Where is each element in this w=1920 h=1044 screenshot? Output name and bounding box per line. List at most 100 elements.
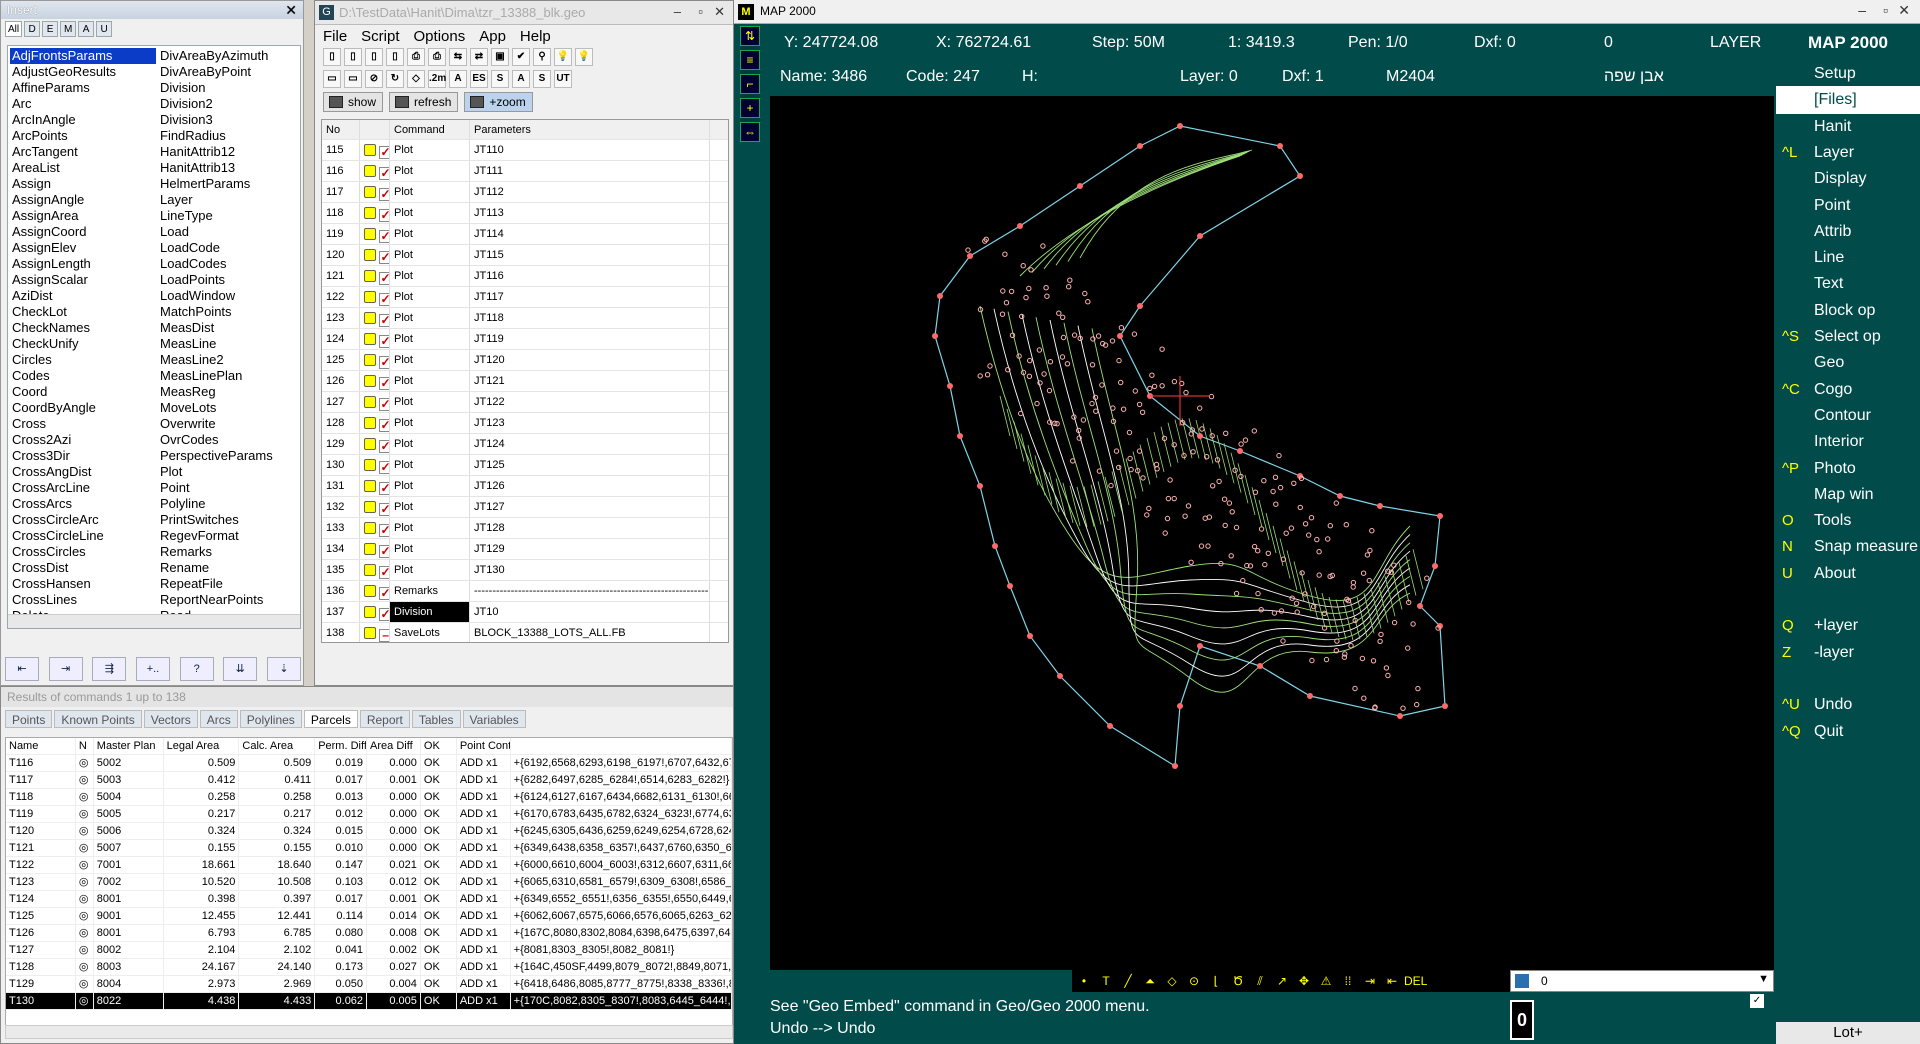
horizontal-scrollbar[interactable] xyxy=(8,614,300,628)
menu-item-layer[interactable]: ^L Layer xyxy=(1776,139,1920,167)
command-item[interactable]: CrossDist xyxy=(10,560,156,576)
table-row[interactable]: T125 ◎ 9001 12.455 12.441 0.114 0.014 OK ADD x1 +… xyxy=(6,908,732,925)
draw-tool-icon[interactable]: ⇤ xyxy=(1382,972,1402,990)
layers-icon[interactable]: ≡ xyxy=(740,50,760,70)
table-row[interactable]: 117 ✓ Plot JT112 xyxy=(322,182,728,203)
checkbox-icon[interactable]: ✓ xyxy=(379,398,389,411)
checkbox-icon[interactable]: ✓ xyxy=(379,146,389,159)
show-button[interactable]: show xyxy=(323,92,384,112)
table-row[interactable]: 132 ✓ Plot JT127 xyxy=(322,497,728,518)
draw-tool-icon[interactable]: ⌊ xyxy=(1206,972,1226,990)
table-row[interactable]: T126 ◎ 8001 6.793 6.785 0.080 0.008 OK ADD x1 +{1… xyxy=(6,925,732,942)
toolbar-button[interactable]: ✔ xyxy=(512,48,530,66)
bulb-icon[interactable] xyxy=(364,144,376,156)
draw-tool-icon[interactable]: ⊙ xyxy=(1184,972,1204,990)
table-row[interactable]: 136 ✓ Remarks ----------------------------… xyxy=(322,581,728,602)
checkbox-icon[interactable]: ✓ xyxy=(379,587,389,600)
command-item[interactable]: Rename xyxy=(158,560,300,576)
menu-script[interactable]: Script xyxy=(361,28,399,45)
bulb-icon[interactable] xyxy=(364,501,376,513)
command-item[interactable]: AssignAngle xyxy=(10,192,156,208)
bulb-icon[interactable] xyxy=(364,438,376,450)
command-item[interactable]: Circles xyxy=(10,352,156,368)
insert-tool-button[interactable]: ⇊ xyxy=(223,657,258,681)
command-item[interactable]: CoordByAngle xyxy=(10,400,156,416)
insert-tool-button[interactable]: ⇥ xyxy=(48,657,83,681)
menu-item-text[interactable]: Text xyxy=(1776,270,1920,298)
menu-item-photo[interactable]: ^P Photo xyxy=(1776,455,1920,483)
command-item[interactable]: LoadCodes xyxy=(158,256,300,272)
command-item[interactable]: Layer xyxy=(158,192,300,208)
toolbar-button[interactable]: ▯ xyxy=(323,48,341,66)
menu-item-files[interactable]: [Files] xyxy=(1776,86,1920,115)
close-icon[interactable]: ✕ xyxy=(285,2,297,19)
table-row[interactable]: 133 ✓ Plot JT128 xyxy=(322,518,728,539)
tab-u[interactable]: U xyxy=(96,21,113,37)
command-item[interactable]: Point xyxy=(158,480,300,496)
pan-icon[interactable]: ⇅ xyxy=(740,26,760,46)
menu-item-attrib[interactable]: Attrib xyxy=(1776,218,1920,246)
command-table[interactable]: No Command Parameters 115 ✓ Plot JT110 116 ✓ Pl… xyxy=(321,119,729,643)
table-row[interactable]: T129 ◎ 8004 2.973 2.969 0.050 0.004 OK ADD x1 +{6… xyxy=(6,976,732,993)
command-item[interactable]: Codes xyxy=(10,368,156,384)
menu-item-layer[interactable]: Z -layer xyxy=(1776,639,1920,667)
menu-item-cogo[interactable]: ^C Cogo xyxy=(1776,376,1920,404)
table-row[interactable]: 118 ✓ Plot JT113 xyxy=(322,203,728,224)
column-header[interactable]: OK xyxy=(421,738,457,754)
menu-item-point[interactable]: Point xyxy=(1776,192,1920,220)
command-item[interactable]: Arc xyxy=(10,96,156,112)
checkbox-icon[interactable]: ✓ xyxy=(379,230,389,243)
column-header[interactable]: N xyxy=(76,738,94,754)
table-row[interactable]: 135 ✓ Plot JT130 xyxy=(322,560,728,581)
table-row[interactable]: 115 ✓ Plot JT110 xyxy=(322,140,728,161)
draw-tool-icon[interactable]: ⏶ xyxy=(1140,972,1160,990)
command-item[interactable]: Coord xyxy=(10,384,156,400)
tab-e[interactable]: E xyxy=(42,21,59,37)
table-row[interactable]: 116 ✓ Plot JT111 xyxy=(322,161,728,182)
toolbar-button[interactable]: ▯ xyxy=(365,48,383,66)
command-item[interactable]: RegevFormat xyxy=(158,528,300,544)
command-item[interactable]: ArcPoints xyxy=(10,128,156,144)
draw-tool-icon[interactable]: • xyxy=(1074,972,1094,990)
table-row[interactable]: 128 ✓ Plot JT123 xyxy=(322,413,728,434)
toolbar-button[interactable]: ▯ xyxy=(344,48,362,66)
command-item[interactable]: CrossArcLine xyxy=(10,480,156,496)
command-item[interactable]: Division2 xyxy=(158,96,300,112)
menu-item-setup[interactable]: Setup xyxy=(1776,60,1920,88)
checkbox-icon[interactable]: – xyxy=(379,629,389,642)
chevron-down-icon[interactable]: ▼ xyxy=(1758,973,1769,985)
column-header[interactable] xyxy=(511,738,732,754)
toolbar-button[interactable]: ↻ xyxy=(386,70,404,88)
command-item[interactable]: Cross xyxy=(10,416,156,432)
command-item[interactable]: MeasLine xyxy=(158,336,300,352)
toolbar-button[interactable]: ◇ xyxy=(407,70,425,88)
toolbar-button[interactable]: A xyxy=(449,70,467,88)
command-item[interactable]: Load xyxy=(158,224,300,240)
menu-item-layer[interactable]: Q +layer xyxy=(1776,612,1920,640)
menu-item-mapwin[interactable]: Map win xyxy=(1776,481,1920,509)
menu-item-snapmeasure[interactable]: N Snap measure xyxy=(1776,533,1920,561)
column-header[interactable] xyxy=(360,120,390,139)
layer-select[interactable]: 0 ▼ xyxy=(1510,970,1774,992)
lot-plus-button[interactable]: Lot+ xyxy=(1776,1022,1920,1044)
draw-tool-icon[interactable]: ⇥ xyxy=(1360,972,1380,990)
checkbox-icon[interactable]: ✓ xyxy=(379,314,389,327)
close-icon[interactable]: ✕ xyxy=(714,4,725,20)
tab-report[interactable]: Report xyxy=(359,710,410,728)
table-row[interactable]: 126 ✓ Plot JT121 xyxy=(322,371,728,392)
menu-item-about[interactable]: U About xyxy=(1776,560,1920,588)
command-item[interactable]: CrossCircleLine xyxy=(10,528,156,544)
column-header[interactable]: Perm. Diff xyxy=(315,738,368,754)
checkbox-icon[interactable]: ✓ xyxy=(379,545,389,558)
insert-tool-button[interactable]: +.. xyxy=(135,657,170,681)
command-item[interactable]: Division xyxy=(158,80,300,96)
command-item[interactable]: Overwrite xyxy=(158,416,300,432)
bulb-icon[interactable] xyxy=(364,291,376,303)
menu-app[interactable]: App xyxy=(479,28,506,45)
menu-options[interactable]: Options xyxy=(414,28,466,45)
draw-tool-icon[interactable]: ╱ xyxy=(1118,972,1138,990)
command-item[interactable]: LoadCode xyxy=(158,240,300,256)
column-header[interactable]: Master Plan xyxy=(94,738,164,754)
command-item[interactable]: Cross3Dir xyxy=(10,448,156,464)
column-header[interactable]: Command xyxy=(390,120,470,139)
